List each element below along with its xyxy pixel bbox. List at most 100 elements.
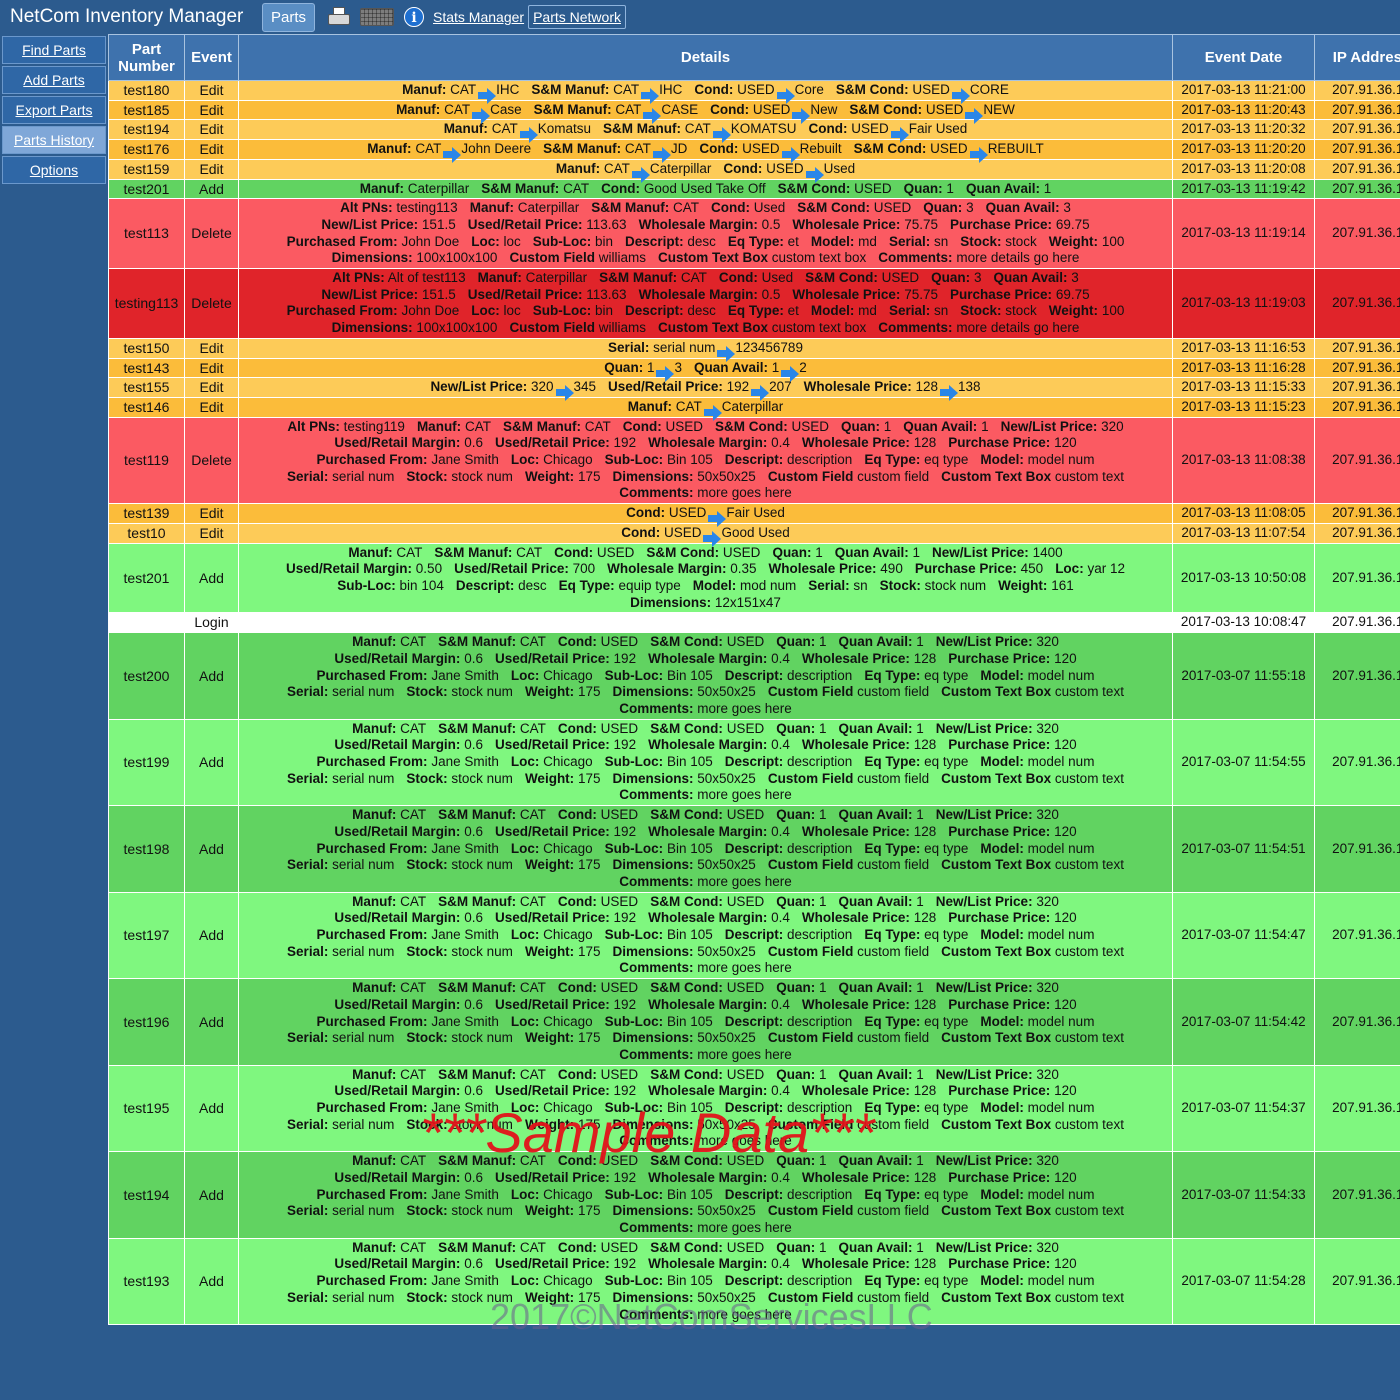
field-label: Used/Retail Price: [494, 1169, 610, 1185]
field-value: USED [600, 807, 639, 823]
table-row[interactable]: test139 Edit Cond: USED Fair Used 2017-03-13… [108, 503, 1400, 528]
field-label: Stock: [406, 943, 448, 959]
table-row[interactable]: test150 Edit Serial: serial num 123456789 20… [108, 337, 1400, 362]
sidebar-item-export-parts[interactable]: Export Parts [2, 96, 106, 124]
field-label: Cond: [557, 1153, 597, 1169]
field-value: model num [1027, 452, 1095, 468]
detail-field: S&M Manuf: CAT [599, 270, 707, 285]
field-value: Bin 105 [666, 754, 713, 770]
sidebar-item-find-parts[interactable]: Find Parts [2, 36, 106, 64]
detail-field: Sub-Loc: bin [533, 234, 613, 249]
field-value: 320 [1036, 1066, 1059, 1082]
field-label: Custom Field [767, 1030, 854, 1046]
field-value: 192 [726, 379, 750, 395]
table-row[interactable]: test10 Edit Cond: USED Good Used 2017-03-13 … [108, 522, 1400, 547]
table-row[interactable]: test198 Add Manuf: CAT S&M Manuf: CAT Cond: … [108, 805, 1400, 893]
field-label: S&M Manuf: [481, 180, 560, 196]
field-label: Used/Retail Margin: [334, 737, 461, 753]
field-value: 3 [966, 200, 974, 216]
field-label: Wholesale Margin: [638, 216, 758, 232]
table-row[interactable]: test196 Add Manuf: CAT S&M Manuf: CAT Cond: … [108, 978, 1400, 1066]
field-label: Loc: [510, 667, 540, 683]
col-header-details[interactable]: Details [238, 34, 1173, 81]
table-row[interactable]: test194 Add Manuf: CAT S&M Manuf: CAT Cond: … [108, 1151, 1400, 1239]
table-row[interactable]: test193 Add Manuf: CAT S&M Manuf: CAT Cond: … [108, 1237, 1400, 1326]
field-label: Weight: [1048, 303, 1099, 319]
detail-field: Descript: desc [625, 303, 716, 318]
field-value: model num [1027, 1186, 1095, 1202]
stats-manager-link[interactable]: Stats Manager [433, 9, 524, 25]
details-line: Serial: serial num Stock: stock num Weight… [241, 1117, 1170, 1134]
field-label: Custom Field [767, 770, 854, 786]
printer-icon[interactable] [328, 7, 351, 27]
cell-details: Serial: serial num 123456789 [238, 337, 1173, 362]
field-label: Dimensions: [612, 770, 694, 786]
table-row[interactable]: test155 Edit New/List Price: 320 345 Used/Re… [108, 377, 1400, 402]
field-label: Used/Retail Price: [494, 996, 610, 1012]
field-label: Custom Text Box [657, 250, 768, 266]
detail-field: Wholesale Margin: 0.4 [648, 1170, 790, 1185]
detail-field: Cond: USED [558, 807, 638, 822]
field-label: Serial: [287, 684, 329, 700]
table-row[interactable]: test159 Edit Manuf: CAT Caterpillar Cond: US… [108, 158, 1400, 183]
field-value: 0.6 [464, 1083, 483, 1099]
col-header-part-number[interactable]: Part Number [108, 34, 185, 81]
detail-field: Purchased From: Jane Smith [317, 668, 499, 683]
tab-parts[interactable]: Parts [262, 2, 316, 32]
col-header-event[interactable]: Event [184, 34, 239, 81]
table-row[interactable]: test197 Add Manuf: CAT S&M Manuf: CAT Cond: … [108, 891, 1400, 980]
detail-field: Stock: stock [960, 234, 1037, 249]
field-label: Quan: [841, 418, 880, 434]
table-row[interactable]: test200 Add Manuf: CAT S&M Manuf: CAT Cond: … [108, 632, 1400, 720]
table-row[interactable]: test201 Add Manuf: CAT S&M Manuf: CAT Cond: … [108, 542, 1400, 614]
table-row[interactable]: test201 Add Manuf: Caterpillar S&M Manuf: C… [108, 178, 1400, 200]
col-header-ip-address[interactable]: IP Address [1314, 34, 1400, 81]
field-value: Bin 105 [666, 1013, 713, 1029]
field-value: 0.6 [464, 910, 483, 926]
details-line: Comments: more goes here [241, 1307, 1170, 1324]
table-row[interactable]: test176 Edit Manuf: CAT John Deere S&M Manuf… [108, 139, 1400, 164]
cell-event: Add [184, 1151, 239, 1239]
field-label: Wholesale Margin: [648, 1083, 768, 1099]
field-label: Alt PNs: [287, 418, 340, 434]
parts-network-link[interactable]: Parts Network [528, 5, 626, 29]
detail-field: Used/Retail Margin: 0.6 [334, 651, 483, 666]
field-value: Bin 105 [666, 1100, 713, 1116]
detail-field: Cond: USED [554, 545, 634, 560]
detail-field: Quan Avail: 1 [838, 1067, 923, 1082]
detail-field: Wholesale Margin: 0.4 [648, 824, 790, 839]
field-value: eq type [924, 927, 969, 943]
keyboard-icon[interactable] [360, 8, 395, 26]
cell-event: Add [184, 178, 239, 200]
table-row[interactable]: test194 Edit Manuf: CAT Komatsu S&M Manuf: C… [108, 119, 1400, 144]
field-label: Used/Retail Margin: [334, 1083, 461, 1099]
table-row[interactable]: Login 2017-03-13 10:08:47207.91.36.15 [108, 612, 1400, 634]
table-row[interactable]: test143 Edit Quan: 1 3 Quan Avail: 1 2 2017-03… [108, 357, 1400, 382]
sidebar-item-options[interactable]: Options [2, 156, 106, 184]
field-value: USED [668, 505, 707, 521]
table-row[interactable]: test113 Delete Alt PNs: testing113 Manuf: C… [108, 198, 1400, 270]
field-value: serial num [653, 339, 716, 355]
table-row[interactable]: test195 Add Manuf: CAT S&M Manuf: CAT Cond: … [108, 1064, 1400, 1153]
table-row[interactable]: test185 Edit Manuf: CAT Case S&M Manuf: CAT C… [108, 99, 1400, 124]
detail-field: Stock: stock num [406, 684, 513, 699]
sidebar-item-add-parts[interactable]: Add Parts [2, 66, 106, 94]
table-row[interactable]: testing113 Delete Alt PNs: Alt of test113 M… [108, 268, 1400, 339]
col-header-event-date[interactable]: Event Date [1172, 34, 1315, 81]
field-label: Custom Text Box [941, 1203, 1052, 1219]
table-row[interactable]: test180 Edit Manuf: CAT IHC S&M Manuf: CAT IH… [108, 80, 1400, 104]
field-value: 120 [1054, 650, 1077, 666]
table-row[interactable]: test199 Add Manuf: CAT S&M Manuf: CAT Cond: … [108, 718, 1400, 807]
sidebar-item-parts-history[interactable]: Parts History [2, 126, 106, 154]
field-value: 1 [818, 1153, 827, 1169]
detail-field: Manuf: Caterpillar [360, 181, 470, 196]
detail-field: Quan Avail: 1 [903, 419, 988, 434]
detail-field: Wholesale Price: 128 [802, 910, 936, 925]
field-label: Dimensions: [612, 1289, 694, 1305]
field-label: Wholesale Margin: [607, 561, 727, 577]
field-value: description [787, 667, 853, 683]
field-value: more goes here [697, 960, 792, 976]
info-icon[interactable]: i [404, 7, 425, 27]
table-row[interactable]: test146 Edit Manuf: CAT Caterpillar 2017-03-… [108, 396, 1400, 421]
table-row[interactable]: test119 Delete Alt PNs: testing119 Manuf: C… [108, 416, 1400, 505]
